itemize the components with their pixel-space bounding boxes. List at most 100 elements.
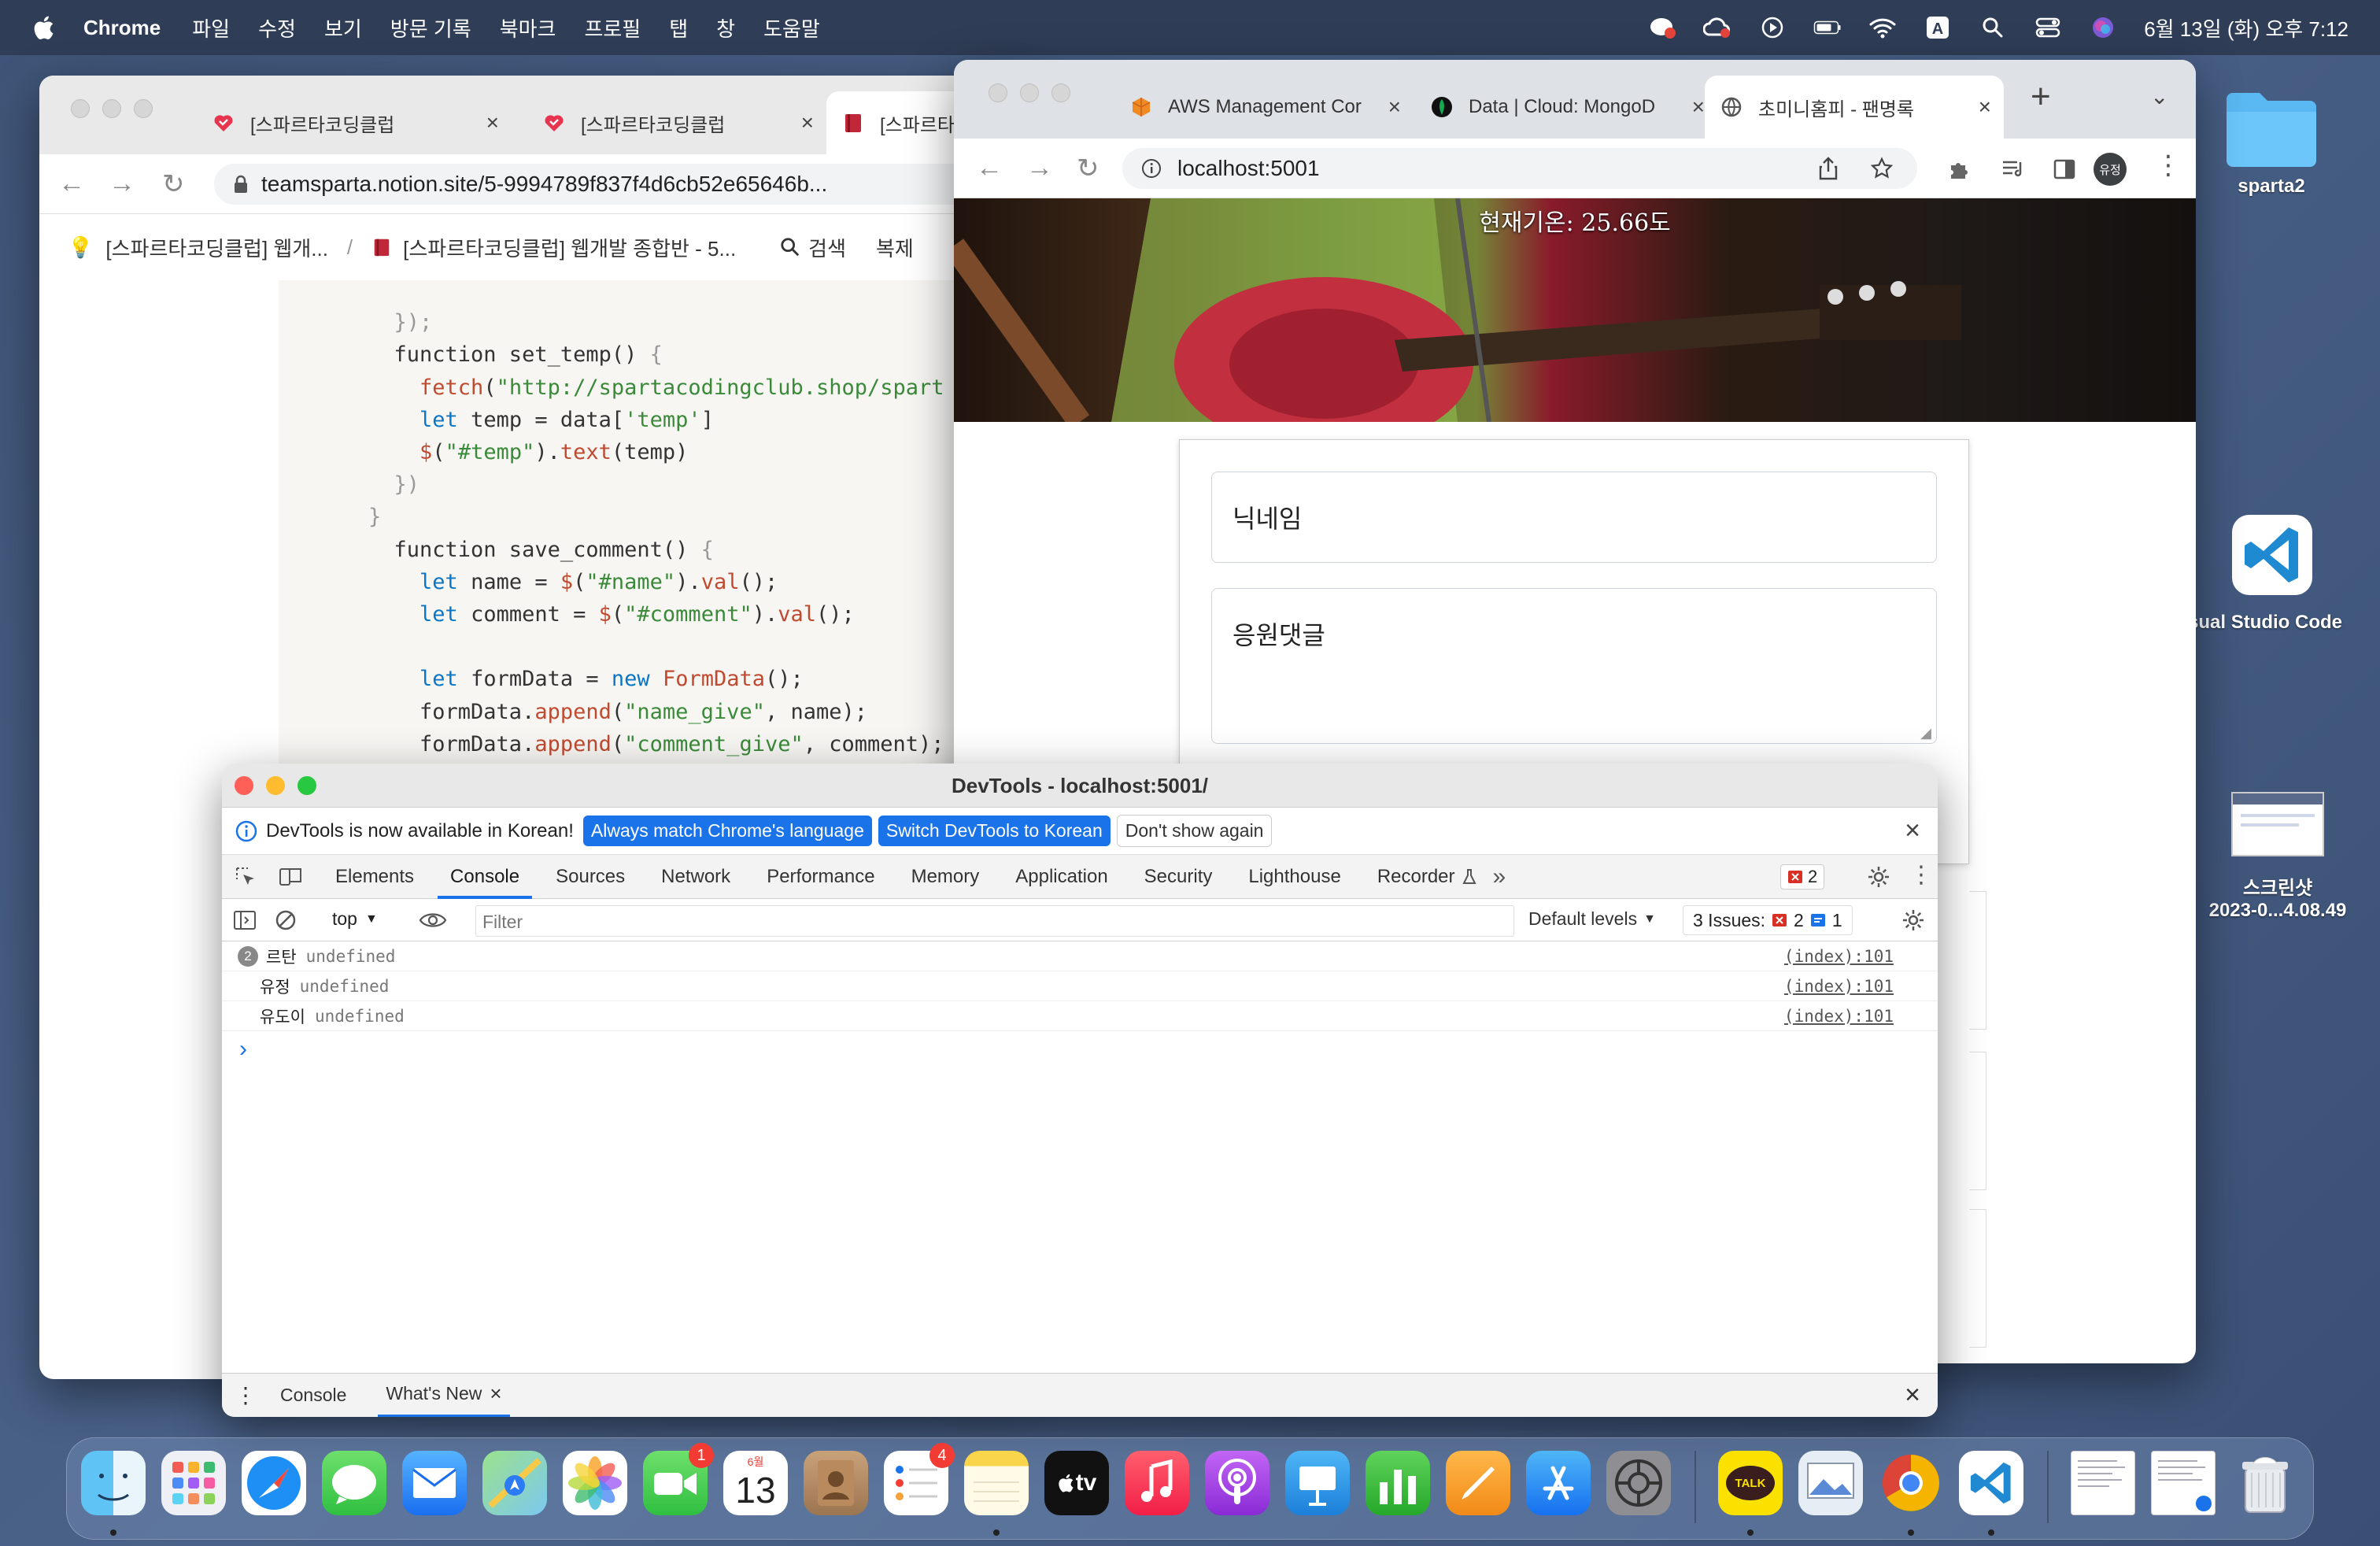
menu-file[interactable]: 파일 bbox=[192, 13, 230, 43]
dock-photos-icon[interactable] bbox=[563, 1451, 627, 1515]
dock-preview-icon[interactable] bbox=[1798, 1451, 1863, 1515]
close-tab-icon[interactable]: × bbox=[1383, 94, 1401, 120]
close-tab-icon[interactable]: × bbox=[801, 110, 814, 135]
tab-security[interactable]: Security bbox=[1144, 855, 1213, 899]
filter-input[interactable]: Filter bbox=[475, 905, 1514, 937]
log-source-link[interactable]: (index):101 bbox=[1784, 1007, 1894, 1026]
profile-avatar[interactable]: 유정 bbox=[2094, 153, 2127, 186]
chrome-menu-kebab-icon[interactable]: ⋮ bbox=[2155, 150, 2182, 181]
clear-console-icon[interactable] bbox=[274, 908, 298, 932]
dock-app-store-icon[interactable] bbox=[1526, 1451, 1591, 1515]
tab-fan-guestbook[interactable]: 초미니홈피 - 팬명록 × bbox=[1705, 76, 2004, 139]
issues-counter[interactable]: 3 Issues: 2 1 bbox=[1683, 905, 1853, 935]
error-counter[interactable]: 2 bbox=[1780, 864, 1825, 890]
dock-maps-icon[interactable] bbox=[482, 1451, 547, 1515]
menu-app-name[interactable]: Chrome bbox=[83, 16, 161, 40]
tab-sparta-2[interactable]: [스파르타코딩클럽 × bbox=[527, 91, 826, 154]
close-tab-icon[interactable]: × bbox=[1687, 94, 1705, 120]
tab-recorder[interactable]: Recorder bbox=[1377, 855, 1477, 899]
log-row[interactable]: 2 르탄 undefined (index):101 bbox=[222, 941, 1938, 971]
log-levels-dropdown[interactable]: Default levels ▼ bbox=[1528, 908, 1656, 930]
media-queue-icon[interactable] bbox=[2001, 157, 2026, 181]
sidebar-toggle-icon[interactable] bbox=[233, 909, 257, 931]
minimize-window-button[interactable] bbox=[266, 776, 285, 795]
back-arrow-icon[interactable]: ← bbox=[58, 168, 85, 199]
tab-application[interactable]: Application bbox=[1015, 855, 1107, 899]
share-icon[interactable] bbox=[1818, 157, 1839, 180]
tab-network[interactable]: Network bbox=[661, 855, 730, 899]
dock-reminders-icon[interactable]: 4 bbox=[884, 1443, 955, 1515]
close-tab-icon[interactable]: × bbox=[486, 110, 499, 135]
device-toolbar-icon[interactable] bbox=[279, 866, 304, 888]
search-label[interactable]: 검색 bbox=[808, 233, 846, 262]
reload-icon[interactable]: ↻ bbox=[162, 168, 185, 200]
reload-icon[interactable]: ↻ bbox=[1077, 153, 1099, 184]
zoom-window-button[interactable] bbox=[1051, 83, 1070, 102]
side-panel-icon[interactable] bbox=[2053, 157, 2076, 181]
close-tab-icon[interactable]: × bbox=[1973, 94, 1991, 120]
tab-search-chevron-icon[interactable]: ⌄ bbox=[2150, 83, 2168, 109]
tab-console[interactable]: Console bbox=[438, 855, 533, 899]
tab-mongodb[interactable]: Data | Cloud: MongoD × bbox=[1415, 76, 1717, 139]
new-tab-plus-icon[interactable]: + bbox=[2031, 77, 2051, 117]
apple-logo-icon[interactable] bbox=[31, 14, 55, 41]
dock-trash-icon[interactable] bbox=[2233, 1451, 2297, 1515]
dock-numbers-icon[interactable] bbox=[1366, 1451, 1430, 1515]
menu-bookmarks[interactable]: 북마크 bbox=[500, 13, 556, 43]
url-field[interactable]: localhost:5001 bbox=[1122, 148, 1917, 189]
dock-launchpad-icon[interactable] bbox=[161, 1451, 226, 1515]
close-drawer-tab-icon[interactable]: × bbox=[490, 1381, 501, 1406]
drawer-tab-console[interactable]: Console bbox=[280, 1385, 346, 1406]
inspect-element-icon[interactable] bbox=[235, 866, 257, 888]
close-drawer-icon[interactable]: × bbox=[1905, 1380, 1920, 1411]
breadcrumb-parent[interactable]: [스파르타코딩클럽] 웹개... bbox=[105, 233, 328, 262]
log-source-link[interactable]: (index):101 bbox=[1784, 947, 1894, 966]
dock-finder-icon[interactable] bbox=[81, 1451, 146, 1515]
dock-facetime-icon[interactable]: 1 bbox=[643, 1443, 714, 1515]
close-window-button[interactable] bbox=[71, 99, 90, 118]
switch-to-korean-button[interactable]: Switch DevTools to Korean bbox=[878, 816, 1111, 846]
wifi-icon[interactable] bbox=[1868, 16, 1897, 39]
forward-arrow-icon[interactable]: → bbox=[109, 168, 135, 199]
drawer-tab-whats-new[interactable]: What's New × bbox=[378, 1374, 510, 1417]
breadcrumb-current[interactable]: [스파르타코딩클럽] 웹개발 종합반 - 5... bbox=[403, 233, 736, 262]
zoom-window-button[interactable] bbox=[134, 99, 153, 118]
menu-window[interactable]: 창 bbox=[716, 13, 735, 43]
desktop-item-sparta2[interactable]: sparta2 bbox=[2193, 85, 2350, 198]
dock-pages-icon[interactable] bbox=[1446, 1451, 1510, 1515]
drawer-menu-kebab-icon[interactable]: ⋮ bbox=[235, 1382, 257, 1408]
nickname-input[interactable]: 닉네임 bbox=[1211, 472, 1937, 563]
dont-show-again-button[interactable]: Don't show again bbox=[1116, 815, 1273, 847]
input-source-icon[interactable]: A bbox=[1924, 16, 1952, 39]
eye-icon[interactable] bbox=[419, 911, 447, 930]
console-prompt[interactable]: › bbox=[239, 1036, 247, 1063]
search-icon[interactable] bbox=[780, 237, 800, 257]
desktop-item-vscode[interactable]: sual Studio Code bbox=[2188, 512, 2380, 634]
menu-help[interactable]: 도움말 bbox=[763, 13, 820, 43]
dock-chrome-icon[interactable] bbox=[1879, 1451, 1943, 1515]
tab-sparta-1[interactable]: [스파르타코딩클럽 × bbox=[197, 91, 512, 154]
log-row[interactable]: 유도이 undefined (index):101 bbox=[222, 1001, 1938, 1031]
zoom-window-button[interactable] bbox=[298, 776, 316, 795]
more-tabs-chevron-icon[interactable]: » bbox=[1493, 864, 1506, 890]
dock-safari-icon[interactable] bbox=[242, 1451, 306, 1515]
menu-view[interactable]: 보기 bbox=[324, 13, 362, 43]
tab-elements[interactable]: Elements bbox=[335, 855, 414, 899]
spotlight-search-icon[interactable] bbox=[1979, 16, 2007, 39]
siri-icon[interactable] bbox=[2089, 16, 2117, 39]
tab-performance[interactable]: Performance bbox=[767, 855, 874, 899]
tab-memory[interactable]: Memory bbox=[911, 855, 980, 899]
log-row[interactable]: 유정 undefined (index):101 bbox=[222, 971, 1938, 1001]
dock-music-icon[interactable] bbox=[1125, 1451, 1189, 1515]
menu-history[interactable]: 방문 기록 bbox=[390, 13, 471, 43]
bookmark-star-icon[interactable] bbox=[1870, 157, 1894, 180]
always-match-language-button[interactable]: Always match Chrome's language bbox=[582, 816, 872, 846]
dock-notes-icon[interactable] bbox=[964, 1451, 1029, 1515]
play-circle-icon[interactable] bbox=[1758, 16, 1787, 39]
forward-arrow-icon[interactable]: → bbox=[1026, 153, 1053, 183]
menubar-clock[interactable]: 6월 13일 (화) 오후 7:12 bbox=[2144, 13, 2349, 43]
dock-messages-icon[interactable] bbox=[322, 1451, 386, 1515]
close-banner-icon[interactable]: × bbox=[1905, 816, 1920, 846]
kakao-status-icon[interactable] bbox=[1648, 16, 1676, 39]
resize-handle-icon[interactable]: ◢ bbox=[1920, 725, 1931, 742]
